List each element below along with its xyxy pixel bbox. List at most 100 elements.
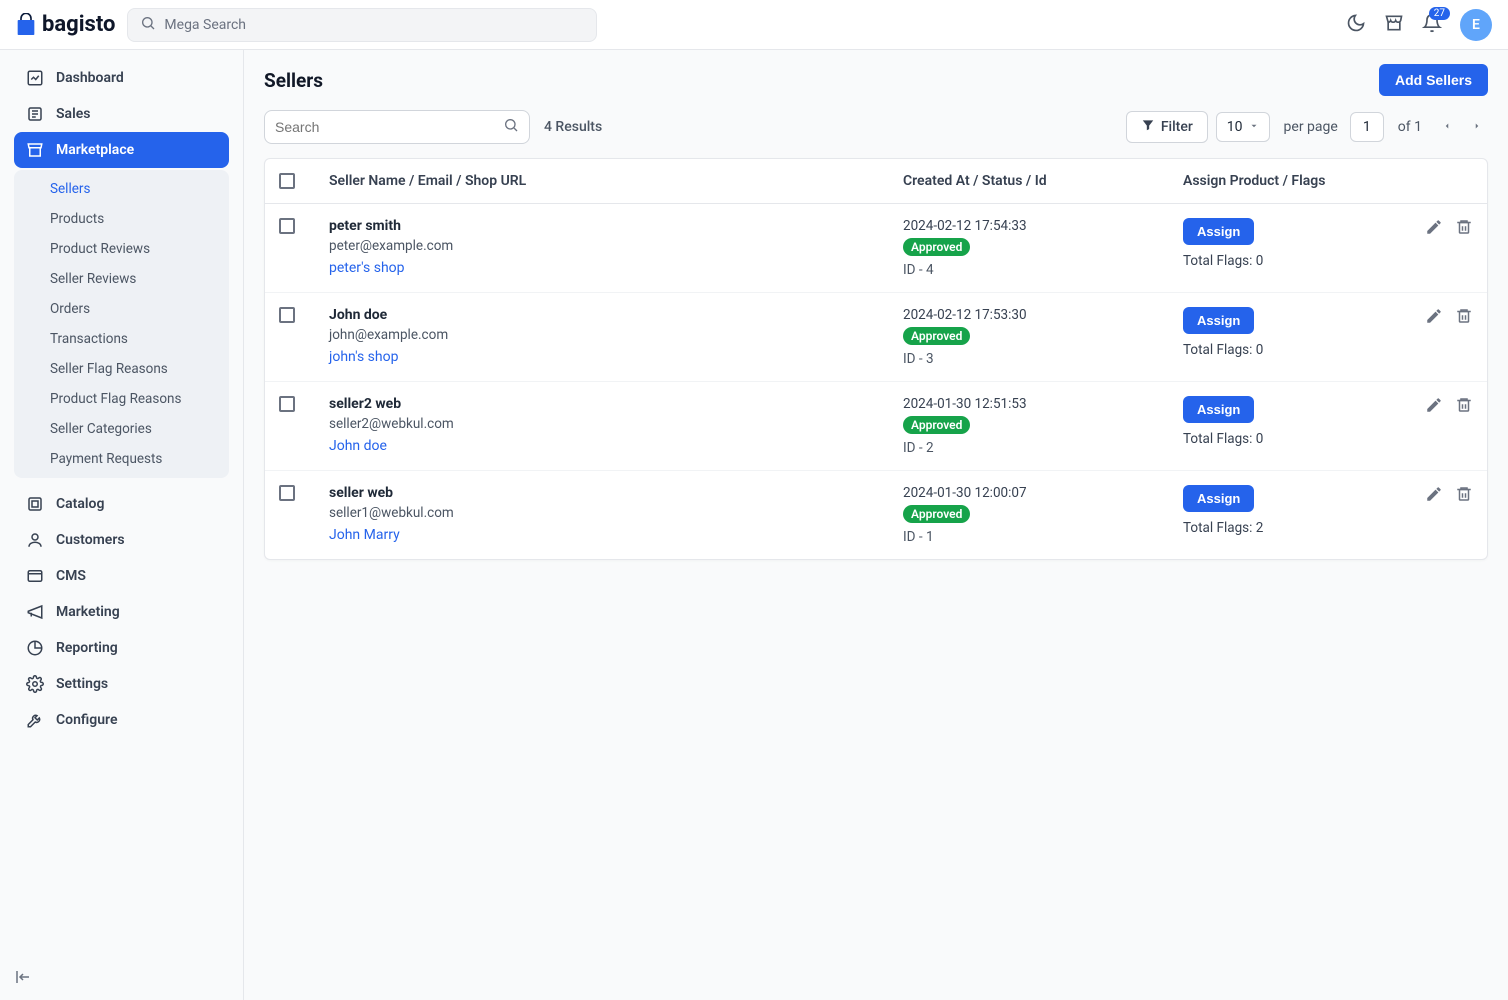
assign-button[interactable]: Assign — [1183, 307, 1254, 334]
grid-header: Seller Name / Email / Shop URL Created A… — [265, 159, 1487, 204]
filter-button[interactable]: Filter — [1126, 111, 1208, 143]
page-title: Sellers — [264, 69, 323, 92]
next-page-icon[interactable] — [1466, 115, 1488, 139]
store-icon[interactable] — [1384, 13, 1404, 37]
subnav-product-flag-reasons[interactable]: Product Flag Reasons — [14, 384, 229, 414]
page-number-input[interactable]: 1 — [1350, 112, 1384, 142]
sidebar-item-sales[interactable]: Sales — [14, 96, 229, 132]
row-checkbox[interactable] — [279, 485, 295, 501]
row-checkbox[interactable] — [279, 307, 295, 323]
seller-id: ID - 4 — [903, 262, 1173, 278]
cms-icon — [26, 567, 44, 585]
sidebar-item-customers[interactable]: Customers — [14, 522, 229, 558]
sidebar-item-catalog[interactable]: Catalog — [14, 486, 229, 522]
seller-shop-link[interactable]: John doe — [329, 438, 893, 454]
subnav-seller-categories[interactable]: Seller Categories — [14, 414, 229, 444]
topbar: bagisto Mega Search 27 E — [0, 0, 1508, 50]
sidebar-item-label: Dashboard — [56, 70, 124, 86]
grid-search[interactable] — [264, 110, 530, 144]
flags-count: Total Flags: 0 — [1183, 431, 1383, 447]
edit-icon[interactable] — [1425, 307, 1443, 329]
delete-icon[interactable] — [1455, 396, 1473, 418]
sidebar-item-cms[interactable]: CMS — [14, 558, 229, 594]
assign-button[interactable]: Assign — [1183, 396, 1254, 423]
seller-email: john@example.com — [329, 327, 893, 343]
edit-icon[interactable] — [1425, 396, 1443, 418]
seller-name: peter smith — [329, 218, 893, 234]
delete-icon[interactable] — [1455, 485, 1473, 507]
column-assign: Assign Product / Flags — [1183, 173, 1383, 189]
prev-page-icon[interactable] — [1436, 115, 1458, 139]
flags-count: Total Flags: 0 — [1183, 253, 1383, 269]
delete-icon[interactable] — [1455, 218, 1473, 240]
avatar[interactable]: E — [1460, 9, 1492, 41]
select-all-checkbox[interactable] — [279, 173, 295, 189]
chevron-down-icon — [1249, 119, 1259, 135]
seller-email: seller1@webkul.com — [329, 505, 893, 521]
dark-mode-icon[interactable] — [1346, 13, 1366, 37]
subnav-seller-reviews[interactable]: Seller Reviews — [14, 264, 229, 294]
marketplace-submenu: Sellers Products Product Reviews Seller … — [14, 170, 229, 478]
search-icon — [140, 15, 156, 35]
seller-name: seller web — [329, 485, 893, 501]
per-page-select[interactable]: 10 — [1216, 112, 1270, 142]
delete-icon[interactable] — [1455, 307, 1473, 329]
sidebar-item-marketing[interactable]: Marketing — [14, 594, 229, 630]
seller-created-at: 2024-01-30 12:51:53 — [903, 396, 1173, 412]
seller-id: ID - 2 — [903, 440, 1173, 456]
sidebar-item-reporting[interactable]: Reporting — [14, 630, 229, 666]
subnav-product-reviews[interactable]: Product Reviews — [14, 234, 229, 264]
seller-created-at: 2024-02-12 17:54:33 — [903, 218, 1173, 234]
subnav-transactions[interactable]: Transactions — [14, 324, 229, 354]
search-icon — [503, 117, 519, 137]
sidebar-item-label: Reporting — [56, 640, 118, 656]
results-count: 4 Results — [544, 119, 602, 135]
sidebar-item-label: Settings — [56, 676, 108, 692]
sidebar-item-label: CMS — [56, 568, 86, 584]
sellers-grid: Seller Name / Email / Shop URL Created A… — [264, 158, 1488, 560]
seller-shop-link[interactable]: John Marry — [329, 527, 893, 543]
edit-icon[interactable] — [1425, 218, 1443, 240]
sidebar-item-settings[interactable]: Settings — [14, 666, 229, 702]
row-checkbox[interactable] — [279, 396, 295, 412]
brand-logo[interactable]: bagisto — [16, 12, 115, 37]
add-sellers-button[interactable]: Add Sellers — [1379, 64, 1488, 96]
bell-icon[interactable]: 27 — [1422, 13, 1442, 37]
status-badge: Approved — [903, 505, 970, 523]
sidebar-item-label: Catalog — [56, 496, 104, 512]
wrench-icon — [26, 711, 44, 729]
brand-text: bagisto — [42, 12, 115, 37]
subnav-orders[interactable]: Orders — [14, 294, 229, 324]
subnav-sellers[interactable]: Sellers — [14, 174, 229, 204]
seller-shop-link[interactable]: john's shop — [329, 349, 893, 365]
edit-icon[interactable] — [1425, 485, 1443, 507]
assign-button[interactable]: Assign — [1183, 218, 1254, 245]
subnav-seller-flag-reasons[interactable]: Seller Flag Reasons — [14, 354, 229, 384]
seller-email: peter@example.com — [329, 238, 893, 254]
seller-name: seller2 web — [329, 396, 893, 412]
per-page-value: 10 — [1227, 119, 1243, 135]
reporting-icon — [26, 639, 44, 657]
collapse-sidebar-icon[interactable] — [14, 968, 32, 990]
sidebar-item-configure[interactable]: Configure — [14, 702, 229, 738]
status-badge: Approved — [903, 238, 970, 256]
marketing-icon — [26, 603, 44, 621]
sidebar-item-dashboard[interactable]: Dashboard — [14, 60, 229, 96]
mega-search[interactable]: Mega Search — [127, 8, 597, 42]
subnav-payment-requests[interactable]: Payment Requests — [14, 444, 229, 474]
assign-button[interactable]: Assign — [1183, 485, 1254, 512]
gear-icon — [26, 675, 44, 693]
sidebar-item-label: Configure — [56, 712, 117, 728]
per-page-label: per page — [1284, 119, 1338, 135]
status-badge: Approved — [903, 416, 970, 434]
grid-search-input[interactable] — [275, 119, 503, 135]
row-checkbox[interactable] — [279, 218, 295, 234]
customers-icon — [26, 531, 44, 549]
seller-created-at: 2024-02-12 17:53:30 — [903, 307, 1173, 323]
seller-id: ID - 1 — [903, 529, 1173, 545]
bag-icon — [16, 13, 36, 37]
subnav-products[interactable]: Products — [14, 204, 229, 234]
seller-shop-link[interactable]: peter's shop — [329, 260, 893, 276]
sidebar-item-marketplace[interactable]: Marketplace — [14, 132, 229, 168]
column-created: Created At / Status / Id — [903, 173, 1173, 189]
